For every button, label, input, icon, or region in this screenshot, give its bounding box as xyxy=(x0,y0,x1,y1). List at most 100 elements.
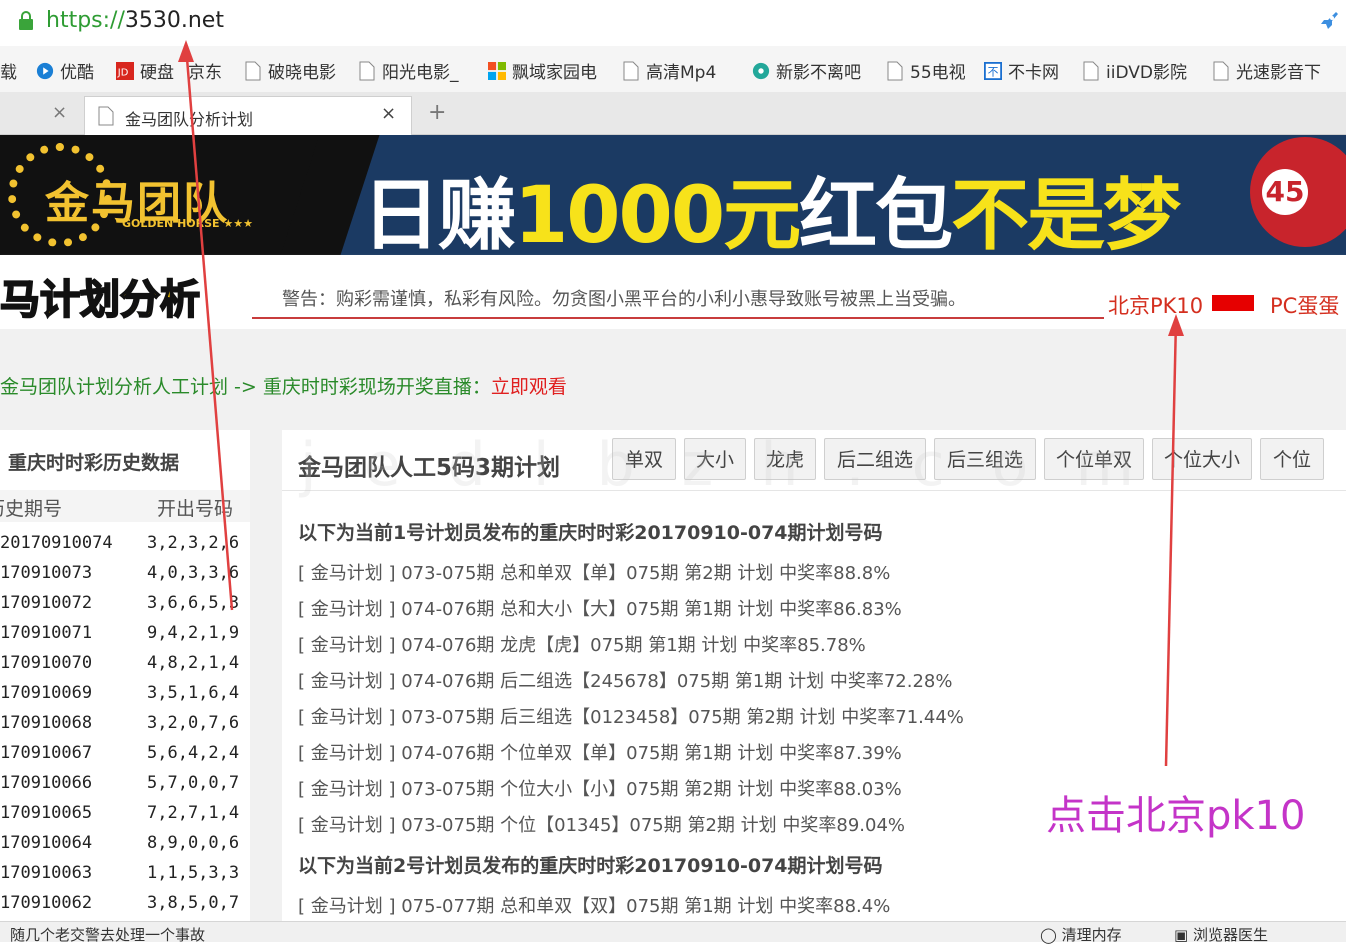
history-numbers: 9,4,2,1,9 xyxy=(147,623,240,643)
bookmark-item[interactable]: iiDVD影院 xyxy=(1082,58,1187,83)
memory-clean-button[interactable]: ◯ 清理内存 xyxy=(1040,924,1122,945)
bookmark-label: 55电视 xyxy=(910,63,966,83)
bookmark-label: 载 xyxy=(0,63,17,83)
bookmark-label: 高清Mp4 xyxy=(646,63,717,83)
slogan-part: 不是梦 xyxy=(951,171,1181,255)
address-bar[interactable]: https://3530.net xyxy=(0,0,1346,47)
watch-live-link[interactable]: 立即观看 xyxy=(491,376,567,398)
tab-unit[interactable]: 个位 xyxy=(1260,438,1324,480)
history-period: 170910067 xyxy=(0,743,93,763)
site-brand[interactable]: 马计划分析 xyxy=(0,267,201,325)
tab-unit-big-small[interactable]: 个位大小 xyxy=(1152,438,1252,480)
history-numbers: 5,6,4,2,4 xyxy=(147,743,240,763)
history-numbers: 4,0,3,3,6 xyxy=(147,563,240,583)
warning-text: 警告：购彩需谨慎，私彩有风险。勿贪图小黑平台的小利小惠导致账号被黑上当受骗。 xyxy=(282,289,966,310)
plan-line: [ 金马计划 ] 074-076期 后二组选【245678】075期 第1期 计… xyxy=(298,671,953,692)
section-heading: 以下为当前2号计划员发布的重庆时时彩20170910-074期计划号码 xyxy=(298,855,883,877)
page-icon xyxy=(245,61,261,80)
section-heading: 以下为当前1号计划员发布的重庆时时彩20170910-074期计划号码 xyxy=(298,522,883,544)
annotation-text: 点击北京pk10 xyxy=(1046,793,1306,839)
history-numbers: 3,5,1,6,4 xyxy=(147,683,240,703)
bookmark-item[interactable]: 不 不卡网 xyxy=(984,58,1059,83)
bookmark-item[interactable]: 飘域家园电 xyxy=(488,58,597,83)
bookmark-label: 硬盘 xyxy=(140,63,174,83)
nav-link-pcdandan[interactable]: PC蛋蛋 xyxy=(1270,290,1339,320)
close-icon[interactable]: × xyxy=(381,103,396,124)
bookmark-item[interactable]: 破晓电影 xyxy=(244,58,336,83)
history-numbers: 4,8,2,1,4 xyxy=(147,653,240,673)
history-numbers: 8,9,0,0,6 xyxy=(147,833,240,853)
bookmarks-bar: 载 优酷 JD 硬盘 京东 破晓电影 阳光电影_ 飘域家园电 高清Mp4 新影不… xyxy=(0,46,1346,93)
divider xyxy=(252,317,1104,319)
history-numbers: 7,2,7,1,4 xyxy=(147,803,240,823)
page-icon xyxy=(1213,61,1229,80)
history-row: 170910070 4,8,2,1,4 xyxy=(0,650,250,680)
history-period: 170910071 xyxy=(0,623,93,643)
history-rows: 20170910074 3,2,3,2,6 170910073 4,0,3,3,6 17… xyxy=(0,530,250,920)
history-row: 170910073 4,0,3,3,6 xyxy=(0,560,250,590)
history-row: 170910068 3,2,0,7,6 xyxy=(0,710,250,740)
banner[interactable]: 金马团队 GOLDEN HORSE ★★★ 日赚1000元红包不是梦 45 xyxy=(0,135,1346,255)
plan-line: [ 金马计划 ] 073-075期 后三组选【0123458】075期 第2期 … xyxy=(298,707,964,728)
history-period: 170910073 xyxy=(0,563,93,583)
rocket-icon[interactable] xyxy=(1318,10,1340,34)
new-tab-button[interactable]: + xyxy=(428,100,446,125)
svg-text:不: 不 xyxy=(988,65,999,78)
page-icon xyxy=(359,61,375,80)
col-period: 历史期号 xyxy=(0,498,63,520)
slogan-part: 1000元 xyxy=(514,171,801,255)
bookmark-label: iiDVD影院 xyxy=(1106,63,1187,83)
url-text[interactable]: https://3530.net xyxy=(46,8,224,33)
plan-panel: 金马团队人工5码3期计划 单双 大小 龙虎 后二组选 后三组选 个位单双 个位大… xyxy=(282,430,1346,921)
bookmark-item[interactable]: 优酷 xyxy=(36,58,94,83)
plan-line: [ 金马计划 ] 074-076期 龙虎【虎】075期 第1期 计划 中奖率85… xyxy=(298,635,866,656)
hot-badge-icon xyxy=(1212,295,1254,311)
bookmark-item[interactable]: 高清Mp4 xyxy=(622,58,716,83)
status-news[interactable]: 随几个老交警去处理一个事故 xyxy=(10,924,205,945)
history-period: 170910068 xyxy=(0,713,93,733)
history-row: 20170910074 3,2,3,2,6 xyxy=(0,530,250,560)
close-icon[interactable]: × xyxy=(52,102,67,123)
bookmark-label: 破晓电影 xyxy=(268,63,336,83)
history-period: 170910063 xyxy=(0,863,93,883)
lock-icon xyxy=(19,11,33,30)
bookmark-item[interactable]: 京东 xyxy=(188,58,222,83)
history-numbers: 3,2,0,7,6 xyxy=(147,713,240,733)
history-row: 170910072 3,6,6,5,3 xyxy=(0,590,250,620)
bookmark-label: 新影不离吧 xyxy=(776,63,861,83)
bookmark-item[interactable]: 载 xyxy=(0,58,17,83)
bookmark-item[interactable]: 新影不离吧 xyxy=(752,58,861,83)
tab-active[interactable]: 金马团队分析计划 × xyxy=(84,96,412,135)
buka-icon: 不 xyxy=(984,61,1002,80)
history-row: 170910067 5,6,4,2,4 xyxy=(0,740,250,770)
breadcrumb-path[interactable]: 金马团队计划分析人工计划 -> 重庆时时彩现场开奖直播： xyxy=(0,376,491,398)
history-period: 170910069 xyxy=(0,683,93,703)
lottery-ball-icon: 45 xyxy=(1250,137,1346,247)
bookmark-label: 京东 xyxy=(188,63,222,83)
history-numbers: 3,6,6,5,3 xyxy=(147,593,240,613)
history-row: 170910065 7,2,7,1,4 xyxy=(0,800,250,830)
site-header: 马计划分析 警告：购彩需谨慎，私彩有风险。勿贪图小黑平台的小利小惠导致账号被黑上… xyxy=(0,255,1346,329)
history-row: 170910062 3,8,5,0,7 xyxy=(0,890,250,920)
bookmark-item[interactable]: 光速影音下 xyxy=(1212,58,1321,83)
history-period: 170910072 xyxy=(0,593,93,613)
plan-line: [ 金马计划 ] 074-076期 个位单双【单】075期 第1期 计划 中奖率… xyxy=(298,743,902,764)
history-numbers: 3,2,3,2,6 xyxy=(147,533,240,553)
ball-number: 45 xyxy=(1262,169,1308,215)
history-numbers: 5,7,0,0,7 xyxy=(147,773,240,793)
tab-strip: × 金马团队分析计划 × + xyxy=(0,92,1346,135)
history-row: 170910066 5,7,0,0,7 xyxy=(0,770,250,800)
browser-doctor-button[interactable]: ▣ 浏览器医生 xyxy=(1174,924,1268,945)
history-panel: 重庆时时彩历史数据 历史期号 开出号码 20170910074 3,2,3,2,6… xyxy=(0,430,250,921)
page-icon xyxy=(1083,61,1099,80)
page-icon xyxy=(887,61,903,80)
nav-link-pk10[interactable]: 北京PK10 xyxy=(1108,290,1203,320)
bookmark-item[interactable]: 阳光电影_ xyxy=(358,58,459,83)
banner-slogan: 日赚1000元红包不是梦 xyxy=(362,153,1181,255)
url-host: 3530.net xyxy=(124,8,224,33)
plan-line: [ 金马计划 ] 073-075期 个位【01345】075期 第2期 计划 中… xyxy=(298,815,906,836)
history-period: 20170910074 xyxy=(0,533,113,553)
bookmark-item[interactable]: 55电视 xyxy=(886,58,966,83)
plan-line: [ 金马计划 ] 073-075期 总和单双【单】075期 第2期 计划 中奖率… xyxy=(298,563,891,584)
bookmark-item[interactable]: JD 硬盘 xyxy=(116,58,174,83)
